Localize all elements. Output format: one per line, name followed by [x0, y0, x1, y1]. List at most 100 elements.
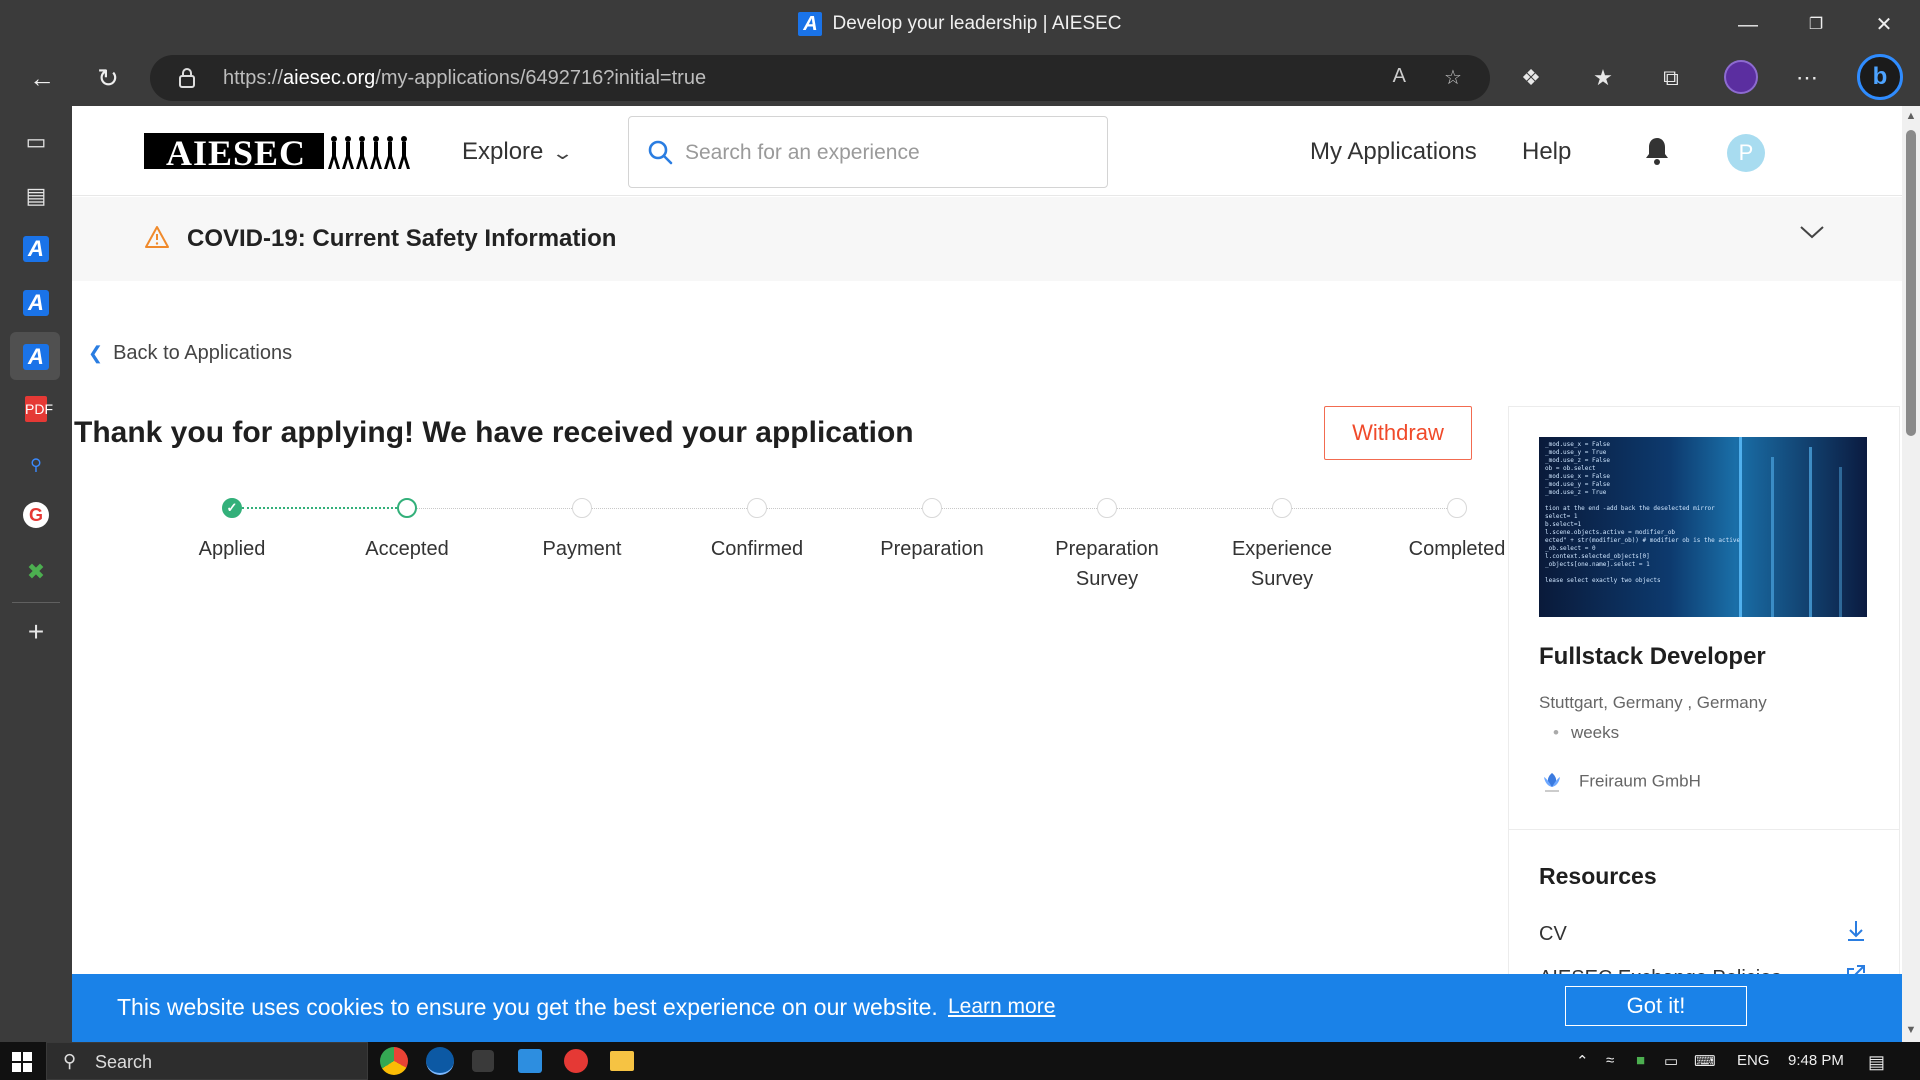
step-label: Preparation Survey	[1055, 538, 1159, 590]
refresh-icon[interactable]: ↻	[90, 62, 126, 94]
app-tab-icon[interactable]: ✖	[20, 556, 52, 588]
card-divider	[1509, 829, 1899, 830]
taskbar-search[interactable]: ⚲ Search	[46, 1042, 368, 1080]
aiesec-tab-icon[interactable]: A	[23, 290, 49, 316]
step-preparation-survey: Preparation Survey	[1027, 496, 1187, 594]
url-text: https://aiesec.org/my-applications/64927…	[223, 67, 707, 89]
light-bar	[1839, 467, 1842, 617]
help-link[interactable]: Help	[1522, 138, 1571, 166]
bing-copilot-icon[interactable]: b	[1857, 54, 1903, 100]
keyboard-icon[interactable]: ⌨	[1694, 1052, 1716, 1070]
download-icon[interactable]	[1845, 919, 1867, 943]
search-input[interactable]: Search for an experience	[628, 116, 1108, 188]
back-label: Back to Applications	[113, 342, 293, 364]
window-title: A Develop your leadership | AIESEC	[0, 12, 1920, 36]
site-header: AIESEC Explore ⌄ Search for an experience…	[72, 106, 1902, 196]
close-window-icon[interactable]: ✕	[1864, 10, 1904, 40]
step-accepted: Accepted	[327, 496, 487, 564]
aiesec-favicon-icon: A	[798, 12, 823, 36]
step-label: Preparation	[880, 538, 984, 560]
aiesec-tab-icon[interactable]: A	[23, 236, 49, 262]
app-icon[interactable]	[472, 1050, 494, 1072]
resource-cv-link[interactable]: CV	[1539, 923, 1567, 946]
step-check-icon: ✓	[222, 498, 242, 518]
opportunity-location: Stuttgart, Germany , Germany	[1539, 693, 1767, 712]
covid-banner[interactable]: COVID-19: Current Safety Information	[72, 197, 1902, 281]
step-dot	[1447, 498, 1467, 518]
withdraw-button[interactable]: Withdraw	[1324, 406, 1472, 460]
lock-icon	[179, 68, 195, 88]
vscode-icon[interactable]	[518, 1049, 542, 1073]
step-experience-survey: Experience Survey	[1202, 496, 1362, 594]
step-confirmed: Confirmed	[677, 496, 837, 564]
step-dot	[922, 498, 942, 518]
favorites-icon[interactable]: ★	[1586, 62, 1620, 94]
chevron-left-icon: ❮	[88, 343, 104, 363]
file-explorer-icon[interactable]	[610, 1051, 634, 1071]
more-menu-icon[interactable]: ⋯	[1790, 62, 1824, 94]
tab-actions-icon[interactable]: ▭	[20, 126, 52, 158]
workspaces-icon[interactable]: ▤	[20, 180, 52, 212]
youtube-music-icon[interactable]	[564, 1049, 588, 1073]
extensions-icon[interactable]: ❖	[1514, 62, 1548, 94]
scroll-up-icon[interactable]: ▲	[1905, 110, 1917, 122]
user-avatar[interactable]: P	[1727, 134, 1765, 172]
clock[interactable]: 9:48 PM	[1788, 1052, 1844, 1069]
browser-sidebar: ▭ ▤ A A A PDF ⚲ G ✖ +	[0, 106, 72, 1042]
step-label: Payment	[542, 538, 622, 560]
browser-profile-avatar[interactable]	[1724, 60, 1758, 94]
notifications-icon[interactable]: ▤	[1868, 1052, 1885, 1073]
opportunity-image[interactable]: _mod.use_x = False _mod.use_y = True _mo…	[1539, 437, 1867, 617]
back-to-applications-link[interactable]: ❮ Back to Applications	[88, 342, 292, 365]
restore-icon[interactable]: ❐	[1796, 10, 1836, 40]
step-applied: ✓ Applied	[152, 496, 312, 564]
got-it-button[interactable]: Got it!	[1565, 986, 1747, 1026]
chevron-up-icon[interactable]: ⌃	[1576, 1052, 1589, 1070]
add-favorite-icon[interactable]: ☆	[1438, 65, 1468, 91]
scrollbar-thumb[interactable]	[1906, 130, 1916, 436]
covid-banner-title: COVID-19: Current Safety Information	[187, 225, 617, 252]
organization-logo	[1544, 773, 1560, 792]
organization: Freiraum GmbH	[1539, 769, 1701, 795]
search-icon: ⚲	[63, 1051, 77, 1071]
google-tab-icon[interactable]: G	[23, 502, 49, 528]
step-label: Applied	[198, 538, 266, 560]
web-page: AIESEC Explore ⌄ Search for an experience…	[72, 106, 1902, 1042]
language-indicator[interactable]: ENG	[1737, 1052, 1770, 1069]
cookie-banner: This website uses cookies to ensure you …	[72, 974, 1902, 1042]
explore-menu[interactable]: Explore ⌄	[462, 138, 574, 166]
search-tab-icon[interactable]: ⚲	[20, 450, 52, 482]
organization-name: Freiraum GmbH	[1579, 771, 1701, 791]
windows-start-icon[interactable]	[12, 1052, 32, 1072]
my-applications-link[interactable]: My Applications	[1310, 138, 1477, 166]
step-dot	[1097, 498, 1117, 518]
page-title: Thank you for applying! We have received…	[74, 416, 914, 449]
step-label: Experience Survey	[1231, 538, 1333, 590]
learn-more-link[interactable]: Learn more	[948, 995, 1055, 1019]
opportunity-title[interactable]: Fullstack Developer	[1539, 643, 1766, 671]
tab-title: Develop your leadership | AIESEC	[832, 13, 1122, 35]
back-arrow-icon[interactable]: ←	[24, 62, 60, 94]
page-scrollbar[interactable]: ▲ ▼	[1902, 106, 1920, 1042]
collections-icon[interactable]: ⧉	[1654, 62, 1688, 94]
chrome-icon[interactable]	[380, 1047, 408, 1075]
search-placeholder: Search for an experience	[685, 141, 920, 164]
pdf-tab-icon[interactable]: PDF	[25, 396, 53, 422]
add-icon[interactable]: +	[20, 616, 52, 648]
minimize-icon[interactable]: —	[1728, 10, 1768, 40]
bell-icon[interactable]	[1643, 136, 1671, 166]
app-tray-icon[interactable]: ■	[1636, 1052, 1645, 1069]
scroll-down-icon[interactable]: ▼	[1905, 1024, 1917, 1036]
resources-heading: Resources	[1539, 863, 1657, 889]
aiesec-tab-active-icon[interactable]: A	[23, 344, 49, 370]
chevron-down-icon[interactable]	[1798, 223, 1826, 241]
read-aloud-icon[interactable]: A	[1386, 65, 1416, 91]
address-bar[interactable]: https://aiesec.org/my-applications/64927…	[150, 55, 1490, 101]
step-dot	[397, 498, 417, 518]
aiesec-logo[interactable]: AIESEC	[144, 131, 414, 171]
search-icon	[648, 140, 673, 165]
chevron-down-icon: ⌄	[551, 143, 575, 163]
wifi-icon[interactable]: ≈	[1606, 1052, 1614, 1069]
edge-icon[interactable]	[426, 1047, 454, 1075]
battery-icon[interactable]: ▭	[1664, 1052, 1678, 1070]
